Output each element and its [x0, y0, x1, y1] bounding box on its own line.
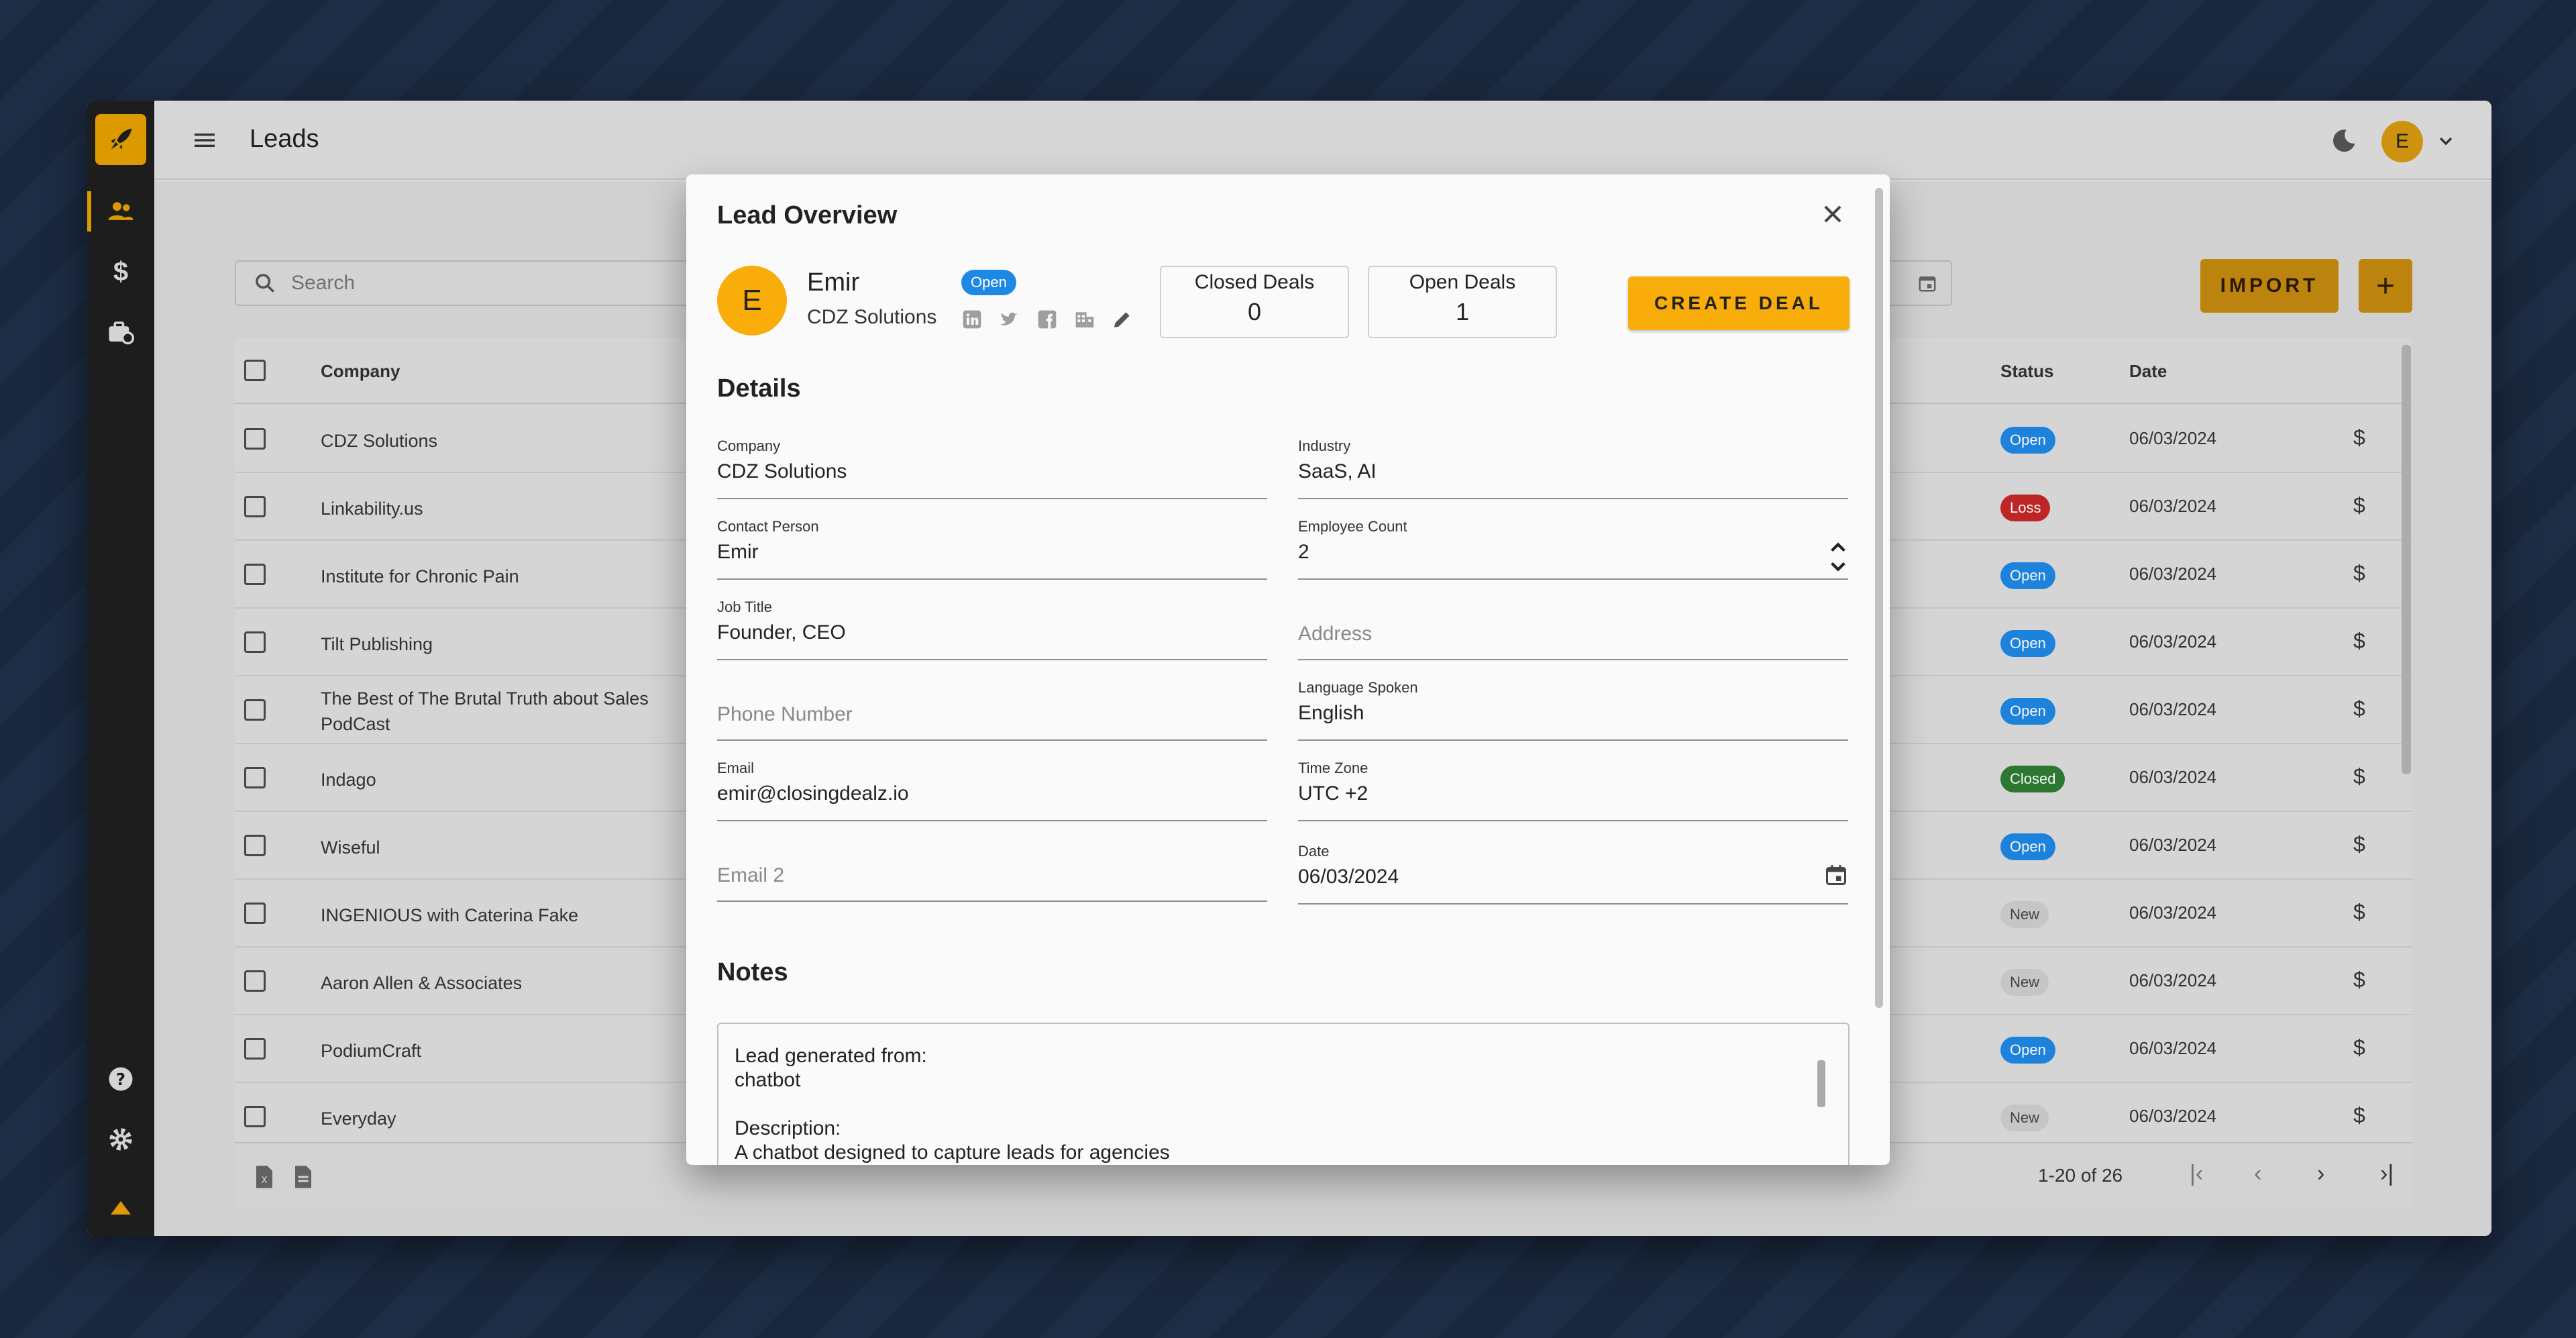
- contact-person-field[interactable]: Contact Person Emir: [717, 518, 1267, 580]
- dialog-scrollbar[interactable]: [1875, 188, 1883, 1008]
- closed-deals-stat: Closed Deals 0: [1160, 266, 1349, 338]
- job-title-value: Founder, CEO: [717, 621, 846, 644]
- number-stepper-icon[interactable]: [1828, 538, 1848, 579]
- email-field[interactable]: Email emir@closingdealz.io: [717, 760, 1267, 821]
- contact-person-label: Contact Person: [717, 518, 819, 535]
- email-2-field[interactable]: Email 2: [717, 840, 1267, 902]
- lead-company: CDZ Solutions: [807, 306, 937, 328]
- date-value: 06/03/2024: [1298, 866, 1399, 888]
- language-spoken-label: Language Spoken: [1298, 679, 1418, 696]
- calendar-icon[interactable]: [1824, 863, 1848, 890]
- address-placeholder: Address: [1298, 623, 1373, 645]
- company-field[interactable]: Company CDZ Solutions: [717, 438, 1267, 499]
- notes-line: Description:: [735, 1117, 841, 1139]
- contact-person-value: Emir: [717, 541, 759, 563]
- lead-overview-dialog: Lead Overview E Emir CDZ Solutions Open …: [686, 174, 1890, 1165]
- address-field[interactable]: Address: [1298, 599, 1848, 660]
- company-field-value: CDZ Solutions: [717, 460, 847, 482]
- time-zone-field[interactable]: Time Zone UTC +2: [1298, 760, 1848, 821]
- email-label: Email: [717, 760, 755, 776]
- employee-count-value: 2: [1298, 541, 1309, 563]
- closed-deals-value: 0: [1247, 298, 1262, 325]
- company-building-icon[interactable]: [1074, 309, 1095, 333]
- notes-line: Lead generated from:: [735, 1045, 927, 1067]
- create-deal-button[interactable]: CREATE DEAL: [1628, 276, 1849, 330]
- date-field[interactable]: Date 06/03/2024: [1298, 843, 1848, 905]
- closed-deals-label: Closed Deals: [1194, 271, 1315, 293]
- phone-number-field[interactable]: Phone Number: [717, 679, 1267, 741]
- notes-line: chatbot: [735, 1069, 801, 1091]
- phone-number-placeholder: Phone Number: [717, 703, 853, 725]
- email-value: emir@closingdealz.io: [717, 782, 909, 805]
- linkedin-icon[interactable]: [961, 309, 983, 333]
- lead-status-badge: Open: [961, 270, 1016, 295]
- lead-avatar: E: [717, 266, 787, 336]
- notes-section-title: Notes: [717, 958, 788, 986]
- language-spoken-field[interactable]: Language Spoken English: [1298, 679, 1848, 741]
- employee-count-field[interactable]: Employee Count 2: [1298, 518, 1848, 580]
- facebook-icon[interactable]: [1036, 309, 1058, 333]
- notes-textarea[interactable]: Lead generated from: chatbot Description…: [717, 1023, 1849, 1165]
- time-zone-label: Time Zone: [1298, 760, 1368, 776]
- open-deals-value: 1: [1455, 298, 1470, 325]
- edit-pencil-icon[interactable]: [1112, 309, 1133, 333]
- time-zone-value: UTC +2: [1298, 782, 1368, 805]
- job-title-field[interactable]: Job Title Founder, CEO: [717, 599, 1267, 660]
- open-deals-label: Open Deals: [1409, 271, 1516, 293]
- industry-label: Industry: [1298, 438, 1351, 454]
- open-deals-stat: Open Deals 1: [1368, 266, 1557, 338]
- industry-field[interactable]: Industry SaaS, AI: [1298, 438, 1848, 499]
- lead-name: Emir: [807, 268, 860, 297]
- language-spoken-value: English: [1298, 702, 1364, 724]
- company-field-label: Company: [717, 438, 781, 454]
- employee-count-label: Employee Count: [1298, 518, 1407, 535]
- notes-scrollbar[interactable]: [1817, 1060, 1825, 1107]
- email-2-placeholder: Email 2: [717, 864, 785, 886]
- job-title-label: Job Title: [717, 599, 772, 615]
- close-icon[interactable]: [1820, 201, 1845, 230]
- details-section-title: Details: [717, 374, 801, 403]
- date-label: Date: [1298, 843, 1330, 860]
- notes-blank-line: [735, 1092, 1832, 1117]
- notes-line: A chatbot designed to capture leads for …: [735, 1141, 1170, 1164]
- twitter-icon[interactable]: [999, 309, 1020, 333]
- industry-value: SaaS, AI: [1298, 460, 1377, 482]
- dialog-title: Lead Overview: [717, 201, 898, 229]
